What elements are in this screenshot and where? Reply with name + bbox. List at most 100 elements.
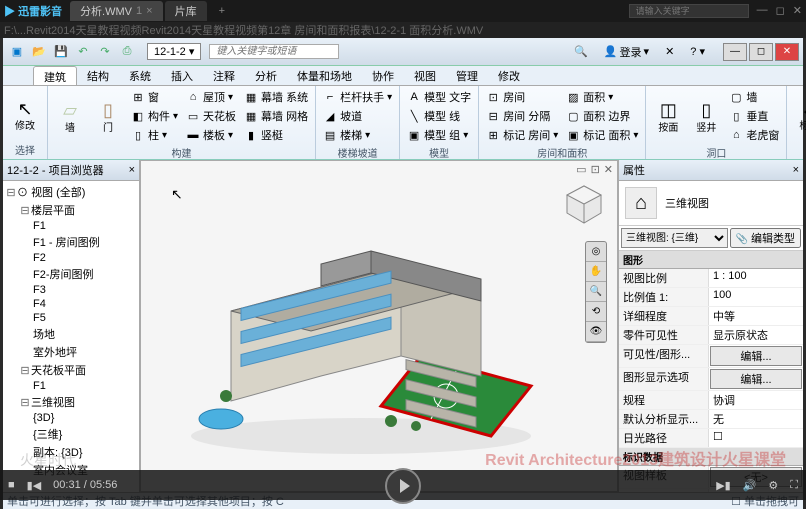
print-icon[interactable]: ⎙: [117, 42, 137, 62]
property-row[interactable]: 日光路径☐: [619, 429, 803, 448]
app-maximize-button[interactable]: ◻: [749, 43, 773, 61]
close-tab-icon[interactable]: ×: [146, 5, 152, 17]
tree-leaf[interactable]: F5: [5, 311, 137, 325]
fullscreen-icon[interactable]: ⛶: [790, 479, 798, 492]
close-icon[interactable]: ✕: [793, 4, 802, 18]
player-search-input[interactable]: [629, 4, 749, 18]
login-button[interactable]: 👤 登录 ▾: [598, 43, 655, 61]
area-button[interactable]: ▨面积 ▾: [563, 88, 641, 106]
close-panel-icon[interactable]: ×: [129, 164, 135, 176]
app-minimize-button[interactable]: —: [723, 43, 747, 61]
tab-systems[interactable]: 系统: [119, 66, 161, 85]
stop-icon[interactable]: ■: [8, 479, 15, 491]
player-tab-add[interactable]: +: [209, 1, 235, 21]
tree-leaf[interactable]: {三维}: [5, 425, 137, 443]
tag-room-button[interactable]: ⊞标记 房间 ▾: [483, 126, 561, 144]
tab-manage[interactable]: 管理: [446, 66, 488, 85]
tree-leaf[interactable]: 场地: [5, 325, 137, 343]
settings-icon[interactable]: ⚙: [768, 479, 778, 492]
app-menu-icon[interactable]: ▣: [7, 42, 27, 62]
tab-insert[interactable]: 插入: [161, 66, 203, 85]
tab-modify[interactable]: 修改: [488, 66, 530, 85]
properties-grid[interactable]: 图形 视图比例1 : 100比例值 1:100详细程度中等零件可见性显示原状态可…: [619, 251, 803, 492]
property-value[interactable]: 中等: [709, 307, 803, 325]
tab-analyze[interactable]: 分析: [245, 66, 287, 85]
wall-button[interactable]: ▱墙: [52, 88, 88, 144]
property-value[interactable]: 编辑...: [710, 346, 802, 366]
tab-massing[interactable]: 体量和场地: [287, 66, 362, 85]
viewcube[interactable]: [559, 181, 609, 231]
tab-structure[interactable]: 结构: [77, 66, 119, 85]
property-row[interactable]: 默认分析显示...无: [619, 410, 803, 429]
property-value[interactable]: 编辑...: [710, 369, 802, 389]
infocenter-icon[interactable]: 🔍: [568, 44, 594, 59]
play-button[interactable]: [385, 468, 421, 504]
project-browser-tree[interactable]: ⊟⊙ 视图 (全部) ⊟楼层平面 F1 F1 - 房间图例 F2 F2-房间图例…: [3, 181, 139, 492]
minimize-icon[interactable]: —: [757, 4, 768, 18]
nav-orbit-icon[interactable]: ⟲: [586, 302, 606, 322]
player-tab-video[interactable]: 分析.WMV 1 ×: [70, 1, 163, 21]
tab-architecture[interactable]: 建筑: [33, 66, 77, 85]
ceiling-button[interactable]: ▭天花板: [183, 107, 239, 125]
component-button[interactable]: ◧构件 ▾: [128, 107, 181, 125]
property-value[interactable]: 协调: [709, 391, 803, 409]
stair-button[interactable]: ▤楼梯 ▾: [320, 126, 395, 144]
exchange-icon[interactable]: ✕: [659, 44, 680, 59]
nav-pan-icon[interactable]: ✋: [586, 262, 606, 282]
tree-node-floorplans[interactable]: ⊟楼层平面: [5, 201, 137, 219]
tree-leaf[interactable]: F1: [5, 379, 137, 393]
dormer-button[interactable]: ⌂老虎窗: [726, 126, 782, 144]
tree-node-views[interactable]: ⊟⊙ 视图 (全部): [5, 183, 137, 201]
tree-leaf[interactable]: F2-房间图例: [5, 265, 137, 283]
close-props-icon[interactable]: ×: [793, 164, 799, 176]
document-selector[interactable]: 12-1-2 ▾: [147, 43, 201, 60]
area-boundary-button[interactable]: ▢面积 边界: [563, 107, 641, 125]
wall-opening-button[interactable]: ▢墙: [726, 88, 782, 106]
player-tab-library[interactable]: 片库: [165, 1, 207, 21]
modify-button[interactable]: ↖修改: [7, 88, 43, 141]
prev-icon[interactable]: ▮◀: [27, 479, 42, 492]
property-value[interactable]: 显示原状态: [709, 326, 803, 344]
tree-leaf[interactable]: {3D}: [5, 411, 137, 425]
tree-leaf[interactable]: 室外地坪: [5, 343, 137, 361]
vertical-button[interactable]: ▯垂直: [726, 107, 782, 125]
column-button[interactable]: ▯柱 ▾: [128, 126, 181, 144]
curtain-grid-button[interactable]: ▦幕墙 网格: [241, 107, 311, 125]
tree-node-ceiling[interactable]: ⊟天花板平面: [5, 361, 137, 379]
mullion-button[interactable]: ▮竖梃: [241, 126, 311, 144]
nav-zoom-icon[interactable]: 🔍: [586, 282, 606, 302]
save-icon[interactable]: 💾: [51, 42, 71, 62]
model-text-button[interactable]: A模型 文字: [404, 88, 474, 106]
vp-maximize-icon[interactable]: ▭: [576, 163, 586, 176]
vp-close-icon[interactable]: ✕: [604, 163, 613, 176]
tree-leaf[interactable]: F1 - 房间图例: [5, 233, 137, 251]
viewport-3d[interactable]: ▭ ⊡ ✕ ↖ ◎ ✋ 🔍 ⟲ 👁: [140, 160, 618, 492]
tree-leaf[interactable]: F4: [5, 297, 137, 311]
help-search-input[interactable]: [209, 44, 339, 59]
window-button[interactable]: ⊞窗: [128, 88, 181, 106]
next-icon[interactable]: ▶▮: [716, 479, 731, 492]
property-value[interactable]: 100: [709, 288, 803, 306]
property-value[interactable]: ☐: [709, 429, 803, 447]
tab-view[interactable]: 视图: [404, 66, 446, 85]
room-button[interactable]: ⊡房间: [483, 88, 561, 106]
model-line-button[interactable]: ╲模型 线: [404, 107, 474, 125]
tab-annotate[interactable]: 注释: [203, 66, 245, 85]
tree-node-3d[interactable]: ⊟三维视图: [5, 393, 137, 411]
video-controls[interactable]: ■ ▮◀ 00:31 / 05:56 ▶▮ 🔊 ⚙ ⛶: [0, 470, 806, 500]
tree-leaf[interactable]: F1: [5, 219, 137, 233]
roof-button[interactable]: ⌂屋顶 ▾: [183, 88, 239, 106]
volume-icon[interactable]: 🔊: [743, 479, 757, 492]
property-row[interactable]: 可见性/图形...编辑...: [619, 345, 803, 368]
railing-button[interactable]: ⌐栏杆扶手 ▾: [320, 88, 395, 106]
door-button[interactable]: ▯门: [90, 88, 126, 144]
help-icon[interactable]: ? ▾: [684, 44, 711, 59]
tab-collaborate[interactable]: 协作: [362, 66, 404, 85]
type-selector[interactable]: 三维视图: {三维}: [621, 228, 728, 248]
tree-leaf[interactable]: F2: [5, 251, 137, 265]
level-button[interactable]: ↔标高: [791, 88, 806, 141]
property-value[interactable]: 无: [709, 410, 803, 428]
property-row[interactable]: 视图比例1 : 100: [619, 269, 803, 288]
by-face-button[interactable]: ◫按面: [650, 88, 686, 144]
shaft-button[interactable]: ▯竖井: [688, 88, 724, 144]
